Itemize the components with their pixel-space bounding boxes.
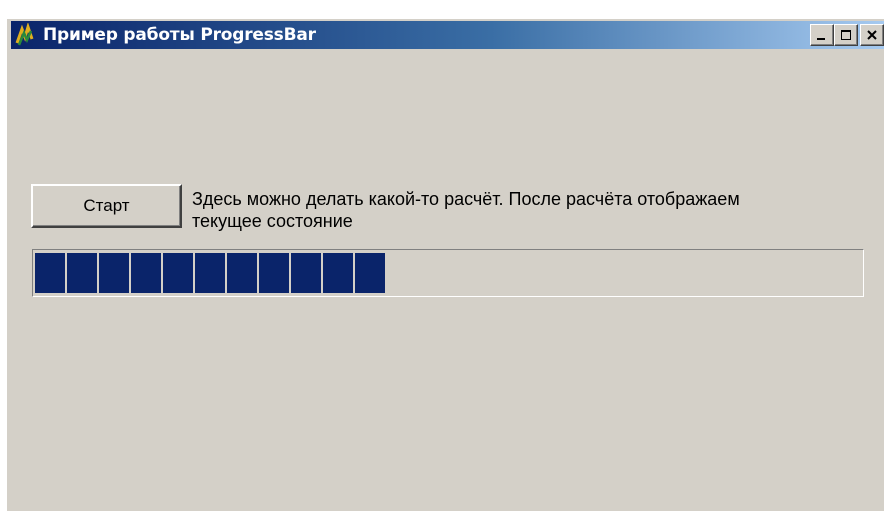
maximize-icon — [840, 26, 852, 45]
status-line-1: Здесь можно делать какой-то расчёт. Посл… — [192, 189, 740, 209]
progress-bar — [32, 249, 864, 297]
progress-segment — [323, 253, 353, 293]
progress-segment — [131, 253, 161, 293]
progress-segment — [195, 253, 225, 293]
progress-segment — [259, 253, 289, 293]
progress-segment — [163, 253, 193, 293]
status-text: Здесь можно делать какой-то расчёт. Посл… — [192, 188, 882, 232]
title-buttons — [810, 24, 884, 46]
close-icon — [866, 26, 878, 45]
progress-segment — [67, 253, 97, 293]
progress-segment — [99, 253, 129, 293]
progress-segment — [35, 253, 65, 293]
start-button[interactable]: Старт — [31, 184, 182, 228]
maximize-button[interactable] — [834, 24, 858, 46]
minimize-button[interactable] — [810, 24, 834, 46]
window-title: Пример работы ProgressBar — [43, 25, 316, 45]
title-bar[interactable]: Пример работы ProgressBar — [11, 21, 884, 49]
close-button[interactable] — [860, 24, 884, 46]
minimize-icon — [816, 26, 828, 45]
progress-segment — [291, 253, 321, 293]
app-icon[interactable] — [13, 22, 39, 48]
progress-track — [35, 253, 861, 293]
progress-segment — [227, 253, 257, 293]
status-line-2: текущее состояние — [192, 211, 353, 231]
progress-segment — [355, 253, 385, 293]
app-window: Пример работы ProgressBar Старт Здесь мо… — [6, 18, 884, 511]
